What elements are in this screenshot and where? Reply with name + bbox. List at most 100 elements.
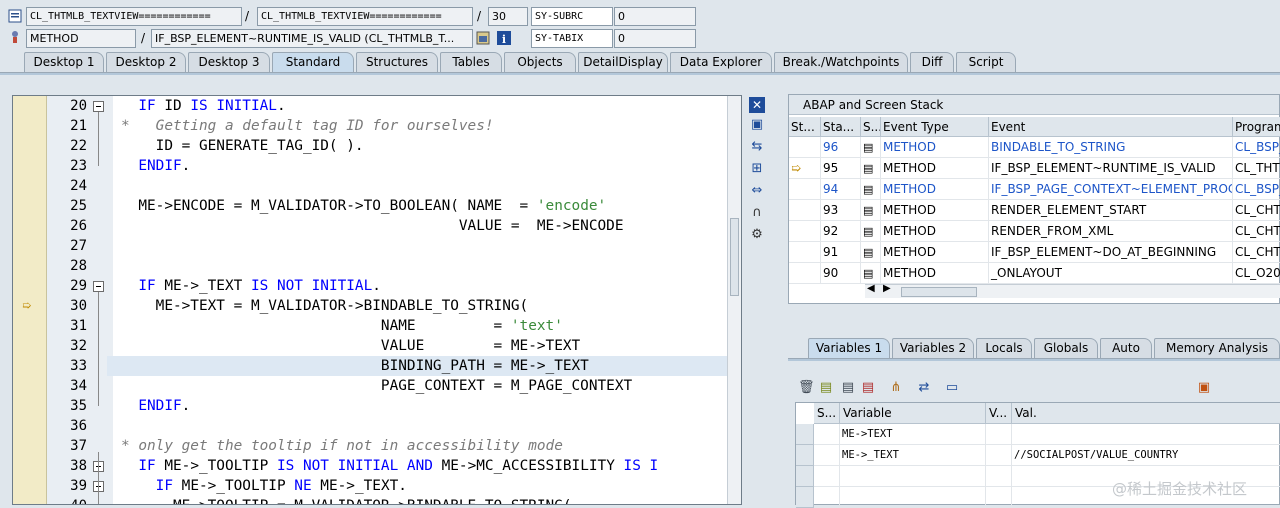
scroll-thumb[interactable] <box>901 287 977 297</box>
transfer-icon[interactable]: ⇄ <box>916 380 932 396</box>
source-code-icon[interactable]: ▤ <box>863 225 873 238</box>
scroll-left-icon[interactable]: ◀ <box>867 283 875 294</box>
tab-globals[interactable]: Globals <box>1034 338 1098 358</box>
col-header-event[interactable]: Event <box>989 117 1233 137</box>
stack-horizontal-scrollbar[interactable]: ◀ ▶ <box>865 283 1280 298</box>
variable-v-cell[interactable] <box>986 424 1012 445</box>
tab-variables-1[interactable]: Variables 1 <box>808 338 890 358</box>
event-type-field[interactable]: METHOD <box>26 29 136 48</box>
list-add-icon[interactable]: ▤ <box>818 380 834 396</box>
new-tool-icon[interactable]: ▣ <box>749 117 765 133</box>
tab-auto[interactable]: Auto <box>1100 338 1152 358</box>
stack-s-cell[interactable]: ▤ <box>861 263 881 284</box>
col-header-s[interactable]: S... <box>814 403 840 424</box>
sysvar-name-field-2[interactable]: SY-TABIX <box>531 29 613 48</box>
col-header-value[interactable]: Val. <box>1012 403 1280 424</box>
stack-program-cell[interactable]: CL_CHTML... <box>1233 221 1280 242</box>
stack-level-cell[interactable]: 92 <box>821 221 861 242</box>
variable-name-cell[interactable] <box>840 466 986 487</box>
stack-level-cell[interactable]: 94 <box>821 179 861 200</box>
stack-level-cell[interactable]: 90 <box>821 263 861 284</box>
trash-icon[interactable]: 🗑 <box>798 380 815 396</box>
source-code-editor[interactable]: 20 IF ID IS INITIAL. 21 * Getting a defaul… <box>12 95 742 505</box>
stack-status-cell[interactable]: ➯ <box>789 158 821 179</box>
row-selector[interactable] <box>796 424 814 445</box>
stack-event-type-cell[interactable]: METHOD <box>881 158 989 179</box>
tab-structures[interactable]: Structures <box>356 52 438 72</box>
tab-desktop-2[interactable]: Desktop 2 <box>106 52 186 72</box>
tab-script[interactable]: Script <box>956 52 1016 72</box>
stack-event-type-cell[interactable]: METHOD <box>881 242 989 263</box>
info-icon[interactable]: i <box>497 31 511 45</box>
stack-event-cell[interactable]: RENDER_ELEMENT_START <box>989 200 1233 221</box>
tab-detaildisplay[interactable]: DetailDisplay <box>578 52 668 72</box>
stack-program-cell[interactable]: CL_CHTML... <box>1233 200 1280 221</box>
source-code-icon[interactable]: ▤ <box>863 246 873 259</box>
code-line[interactable] <box>13 176 741 196</box>
col-header-event-type[interactable]: Event Type <box>881 117 989 137</box>
tab-memory-analysis[interactable]: Memory Analysis <box>1154 338 1280 358</box>
stack-status-cell[interactable] <box>789 221 821 242</box>
stack-event-type-cell[interactable]: METHOD <box>881 137 989 158</box>
sysvar-value-field-2[interactable]: 0 <box>614 29 696 48</box>
variable-status-cell[interactable] <box>814 466 840 487</box>
tab-desktop-3[interactable]: Desktop 3 <box>188 52 270 72</box>
tree-icon[interactable]: ⋔ <box>888 380 904 396</box>
list-remove-icon[interactable]: ▤ <box>860 380 876 396</box>
tab-tables[interactable]: Tables <box>440 52 502 72</box>
tab-breakpoints[interactable]: Break./Watchpoints <box>774 52 908 72</box>
stack-event-cell[interactable]: BINDABLE_TO_STRING <box>989 137 1233 158</box>
stack-program-cell[interactable]: CL_BSP_... <box>1233 137 1280 158</box>
save-icon[interactable]: ▣ <box>1196 380 1212 396</box>
stack-event-type-cell[interactable]: METHOD <box>881 179 989 200</box>
stack-level-cell[interactable]: 93 <box>821 200 861 221</box>
col-header-v[interactable]: V... <box>986 403 1012 424</box>
code-line[interactable] <box>13 416 741 436</box>
stack-s-cell[interactable]: ▤ <box>861 158 881 179</box>
variable-status-cell[interactable] <box>814 424 840 445</box>
tab-diff[interactable]: Diff <box>910 52 954 72</box>
tab-desktop-1[interactable]: Desktop 1 <box>24 52 104 72</box>
stack-s-cell[interactable]: ▤ <box>861 200 881 221</box>
variable-name-cell[interactable]: ME->TEXT <box>840 424 986 445</box>
row-selector[interactable] <box>796 466 814 487</box>
list-icon[interactable]: ▤ <box>840 380 856 396</box>
resize-icon[interactable]: ⇔ <box>749 183 765 199</box>
code-vertical-scrollbar[interactable] <box>727 96 741 504</box>
maximize-icon[interactable]: ⊞ <box>749 161 765 177</box>
stack-status-cell[interactable] <box>789 137 821 158</box>
col-header-program[interactable]: Program <box>1233 117 1280 137</box>
stack-event-cell[interactable]: IF_BSP_PAGE_CONTEXT~ELEMENT_PROC... <box>989 179 1233 200</box>
row-selector[interactable] <box>796 445 814 466</box>
stack-level-cell[interactable]: 91 <box>821 242 861 263</box>
col-header-s[interactable]: S... <box>861 117 881 137</box>
stack-s-cell[interactable]: ▤ <box>861 179 881 200</box>
stack-event-type-cell[interactable]: METHOD <box>881 263 989 284</box>
line-number-field[interactable]: 30 <box>488 7 528 26</box>
include-field[interactable]: CL_THTMLB_TEXTVIEW============ <box>257 7 473 26</box>
variable-v-cell[interactable] <box>986 466 1012 487</box>
stack-event-type-cell[interactable]: METHOD <box>881 221 989 242</box>
sysvar-name-field[interactable]: SY-SUBRC <box>531 7 613 26</box>
stack-level-cell[interactable]: 96 <box>821 137 861 158</box>
settings-icon[interactable]: ⚙ <box>749 227 765 243</box>
col-header-variable[interactable]: Variable <box>840 403 986 424</box>
class-field[interactable]: CL_THTMLB_TEXTVIEW============ <box>26 7 242 26</box>
stack-status-cell[interactable] <box>789 179 821 200</box>
display-source-icon[interactable] <box>476 31 490 45</box>
stack-program-cell[interactable]: CL_O200... <box>1233 263 1280 284</box>
stack-event-cell[interactable]: IF_BSP_ELEMENT~RUNTIME_IS_VALID <box>989 158 1233 179</box>
stack-status-cell[interactable] <box>789 263 821 284</box>
col-header-status[interactable]: St... <box>789 117 821 137</box>
stack-program-cell[interactable]: CL_CHTML... <box>1233 242 1280 263</box>
variable-value-cell[interactable]: //SOCIALPOST/VALUE_COUNTRY <box>1012 445 1280 466</box>
variable-name-cell[interactable]: ME->_TEXT <box>840 445 986 466</box>
variable-status-cell[interactable] <box>814 445 840 466</box>
sysvar-value-field[interactable]: 0 <box>614 7 696 26</box>
tab-objects[interactable]: Objects <box>504 52 576 72</box>
scroll-thumb[interactable] <box>730 218 739 296</box>
stack-program-cell[interactable]: CL_THTML... <box>1233 158 1280 179</box>
stack-s-cell[interactable]: ▤ <box>861 221 881 242</box>
close-icon[interactable]: ✕ <box>749 97 765 113</box>
code-line[interactable] <box>13 236 741 256</box>
